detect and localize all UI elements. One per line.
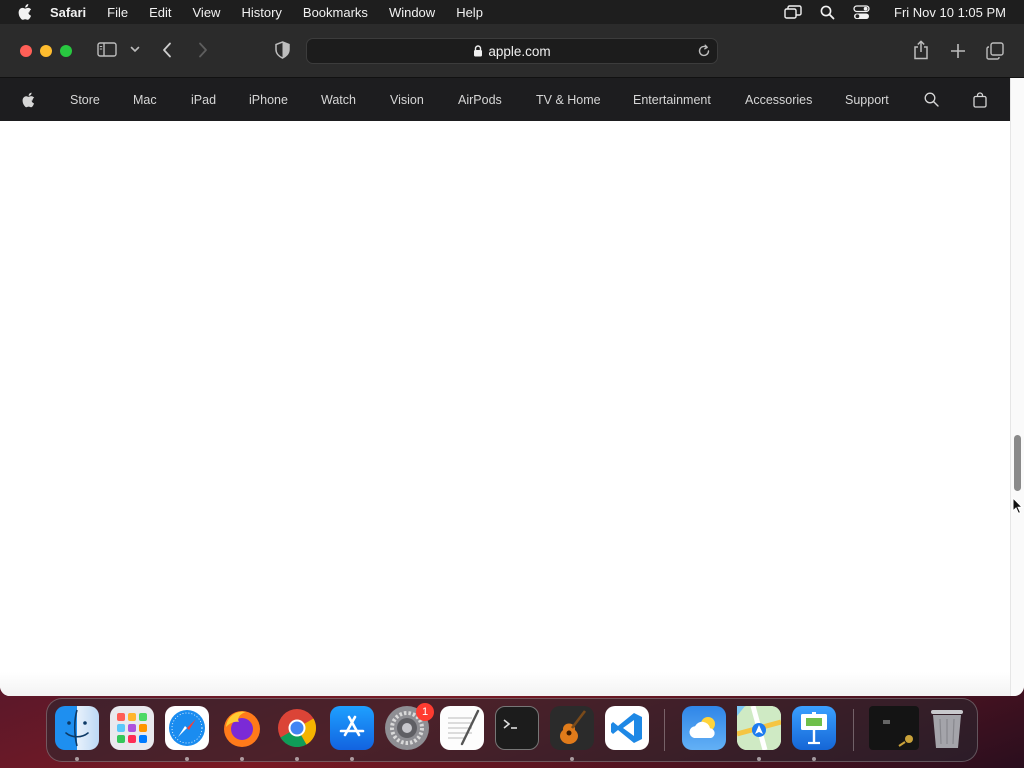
- mouse-cursor-icon: [1012, 496, 1024, 520]
- content-bottom-shadow: [0, 672, 1010, 696]
- minimize-window-button[interactable]: [40, 45, 52, 57]
- running-indicator: [295, 757, 299, 761]
- nav-item-store[interactable]: Store: [70, 78, 100, 121]
- menu-clock[interactable]: Fri Nov 10 1:05 PM: [894, 5, 1006, 20]
- running-indicator: [570, 757, 574, 761]
- dock-chrome-icon[interactable]: [275, 706, 319, 750]
- scrollbar-track[interactable]: [1010, 78, 1024, 696]
- nav-item-ipad[interactable]: iPad: [191, 78, 216, 121]
- lock-icon: [473, 45, 483, 57]
- scrollbar-thumb[interactable]: [1014, 435, 1021, 491]
- apple-logo-icon[interactable]: [22, 78, 35, 121]
- tab-overview-icon[interactable]: [986, 42, 1004, 60]
- menu-window[interactable]: Window: [389, 5, 435, 20]
- forward-icon[interactable]: [198, 42, 208, 58]
- dock: 1: [46, 698, 978, 762]
- dock-finder-icon[interactable]: [55, 706, 99, 750]
- control-center-icon[interactable]: [853, 4, 870, 20]
- dock-separator: [664, 709, 665, 751]
- privacy-shield-icon[interactable]: [275, 41, 290, 59]
- dock-app-store-icon[interactable]: [330, 706, 374, 750]
- nav-item-tv-home[interactable]: TV & Home: [536, 78, 601, 121]
- running-indicator: [75, 757, 79, 761]
- tab-group-chevron-icon[interactable]: [130, 46, 140, 53]
- close-window-button[interactable]: [20, 45, 32, 57]
- dock-screen-recording-icon[interactable]: [869, 706, 919, 750]
- dock-vscode-icon[interactable]: [605, 706, 649, 750]
- menu-bar: Safari File Edit View History Bookmarks …: [0, 0, 1024, 24]
- dock-textedit-icon[interactable]: [440, 706, 484, 750]
- dock-launchpad-icon[interactable]: [110, 706, 154, 750]
- nav-item-mac[interactable]: Mac: [133, 78, 157, 121]
- menu-view[interactable]: View: [193, 5, 221, 20]
- screen-mirroring-icon[interactable]: [784, 5, 802, 19]
- running-indicator: [757, 757, 761, 761]
- menu-app-name[interactable]: Safari: [50, 5, 86, 20]
- back-icon[interactable]: [162, 42, 172, 58]
- dock-garageband-icon[interactable]: [550, 706, 594, 750]
- spotlight-search-icon[interactable]: [820, 5, 835, 20]
- dock-maps-icon[interactable]: [737, 706, 781, 750]
- page-content: [0, 121, 1010, 696]
- menu-file[interactable]: File: [107, 5, 128, 20]
- dock-separator: [853, 709, 854, 751]
- nav-item-entertainment[interactable]: Entertainment: [633, 78, 711, 121]
- nav-item-support[interactable]: Support: [845, 78, 889, 121]
- nav-item-airpods[interactable]: AirPods: [458, 78, 502, 121]
- menu-bookmarks[interactable]: Bookmarks: [303, 5, 368, 20]
- address-text: apple.com: [488, 43, 551, 59]
- nav-item-watch[interactable]: Watch: [321, 78, 356, 121]
- running-indicator: [812, 757, 816, 761]
- safari-toolbar: apple.com: [0, 24, 1024, 78]
- sidebar-icon[interactable]: [97, 42, 117, 57]
- address-bar[interactable]: apple.com: [306, 38, 718, 64]
- search-icon[interactable]: [924, 78, 939, 121]
- nav-item-iphone[interactable]: iPhone: [249, 78, 288, 121]
- safari-window: apple.com Store Mac iPad iPhone Watch Vi…: [0, 24, 1024, 696]
- zoom-window-button[interactable]: [60, 45, 72, 57]
- apple-global-nav: Store Mac iPad iPhone Watch Vision AirPo…: [0, 78, 1010, 121]
- apple-menu-icon[interactable]: [18, 4, 34, 20]
- new-tab-icon[interactable]: [950, 43, 966, 59]
- dock-keynote-icon[interactable]: [792, 706, 836, 750]
- running-indicator: [240, 757, 244, 761]
- bag-icon[interactable]: [973, 78, 987, 121]
- reload-icon[interactable]: [697, 44, 711, 58]
- dock-terminal-icon[interactable]: [495, 706, 539, 750]
- settings-notification-badge: 1: [416, 703, 434, 721]
- menu-history[interactable]: History: [241, 5, 281, 20]
- dock-trash-icon[interactable]: [925, 706, 969, 750]
- nav-item-accessories[interactable]: Accessories: [745, 78, 812, 121]
- dock-safari-icon[interactable]: [165, 706, 209, 750]
- dock-firefox-icon[interactable]: [220, 706, 264, 750]
- menu-edit[interactable]: Edit: [149, 5, 171, 20]
- share-icon[interactable]: [913, 40, 929, 60]
- dock-weather-icon[interactable]: [682, 706, 726, 750]
- running-indicator: [185, 757, 189, 761]
- nav-item-vision[interactable]: Vision: [390, 78, 424, 121]
- menu-help[interactable]: Help: [456, 5, 483, 20]
- running-indicator: [350, 757, 354, 761]
